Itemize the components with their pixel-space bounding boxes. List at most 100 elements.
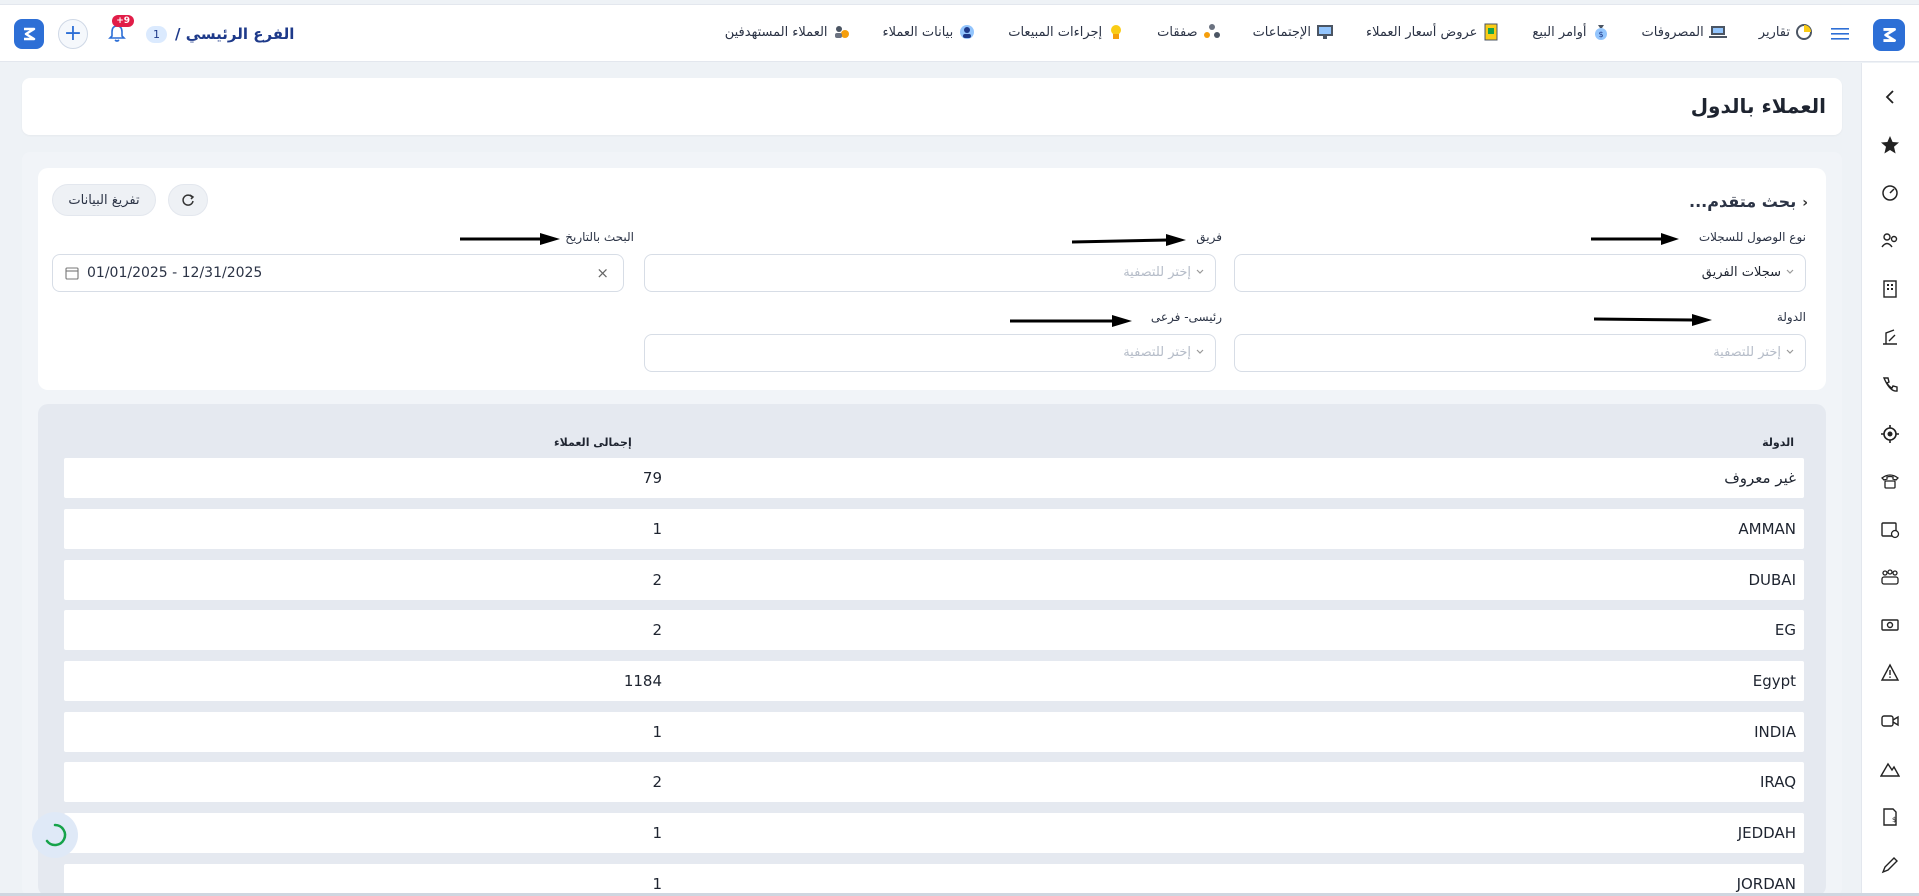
date-search-label: البحث بالتاريخ — [565, 230, 634, 244]
date-range-value: 01/01/2025 - 12/31/2025 — [87, 265, 263, 281]
team-select[interactable]: إختر للتصفية — [644, 254, 1216, 292]
page-title-card: العملاء بالدول — [22, 78, 1842, 135]
arrow-annotation-icon — [1072, 234, 1186, 246]
cell-country: IRAQ — [1759, 773, 1796, 791]
nav-item-sales-orders[interactable]: $ أوامر البيع — [1532, 23, 1609, 41]
arrow-annotation-icon — [460, 233, 560, 245]
table-row[interactable]: INDIA 1 — [64, 712, 1804, 752]
users-target-icon — [834, 26, 849, 38]
mountain-icon[interactable] — [1878, 757, 1902, 781]
hamburger-menu-icon[interactable] — [1831, 27, 1849, 41]
date-range-input[interactable]: 01/01/2025 - 12/31/2025 × — [52, 254, 624, 292]
clear-data-button[interactable]: تفريغ البيانات — [52, 184, 156, 216]
nav-item-client-data[interactable]: بيانات العملاء — [883, 23, 977, 41]
access-type-value: سجلات الفريق — [1701, 265, 1781, 280]
branch-selector[interactable]: الفرع الرئيسي / 1 — [146, 25, 294, 43]
table-row[interactable]: Egypt 1184 — [64, 661, 1804, 701]
nav-item-sales-actions[interactable]: إجراءات المبيعات — [1008, 23, 1125, 41]
svg-text:$: $ — [1892, 816, 1896, 824]
cell-country: JORDAN — [1736, 875, 1796, 893]
nav-label: عروض أسعار العملاء — [1365, 24, 1478, 40]
tools-icon[interactable] — [1878, 325, 1902, 349]
page-title: العملاء بالدول — [1690, 94, 1826, 118]
bell-icon — [108, 25, 126, 42]
add-button[interactable]: + — [58, 19, 88, 49]
spinner-icon — [45, 823, 67, 847]
column-header-total: إجمالى العملاء — [554, 436, 632, 449]
sales-actions-icon — [1111, 25, 1122, 39]
money-icon[interactable] — [1878, 613, 1902, 637]
expenses-icon — [1708, 26, 1727, 38]
nav-label: المصروفات — [1641, 24, 1704, 40]
cell-total: 1 — [652, 875, 662, 893]
cell-total: 2 — [652, 621, 662, 639]
table-row[interactable]: DUBAI 2 — [64, 560, 1804, 600]
table-row[interactable]: AMMAN 1 — [64, 509, 1804, 549]
deals-icon — [1203, 24, 1220, 38]
table-row[interactable]: JEDDAH 1 — [64, 813, 1804, 853]
table-row[interactable]: غير معروف 79 — [64, 458, 1804, 498]
nav-item-meetings[interactable]: الإجتماعات — [1253, 23, 1334, 41]
country-placeholder: إختر للتصفية — [1713, 345, 1781, 360]
notifications-button[interactable]: +9 — [102, 15, 134, 49]
nav-label: أوامر البيع — [1532, 24, 1587, 40]
nav-label: بيانات العملاء — [882, 24, 954, 40]
phone-icon[interactable] — [1878, 373, 1902, 397]
refresh-button[interactable] — [168, 184, 208, 216]
advanced-search-label: بحث متقدم... — [1689, 192, 1797, 211]
advanced-search-panel: ‹ بحث متقدم... تفريغ البيانات نوع الوصول … — [38, 168, 1826, 390]
nav-label: صفقات — [1157, 24, 1198, 40]
sidebar-collapse-icon[interactable] — [1878, 85, 1902, 109]
warning-icon[interactable] — [1878, 661, 1902, 685]
country-select[interactable]: إختر للتصفية — [1234, 334, 1806, 372]
chevron-down-icon — [1786, 349, 1794, 354]
team-icon[interactable] — [1878, 565, 1902, 589]
table-row[interactable]: EG 2 — [64, 610, 1804, 650]
cell-country: JEDDAH — [1737, 824, 1796, 842]
nav-item-deals[interactable]: صفقات — [1157, 23, 1220, 41]
video-icon[interactable] — [1878, 709, 1902, 733]
advanced-search-toggle[interactable]: ‹ بحث متقدم... — [1689, 192, 1808, 211]
nav-item-expenses[interactable]: المصروفات — [1642, 23, 1727, 41]
refresh-icon — [182, 194, 195, 206]
logo-icon — [1883, 28, 1896, 42]
top-bar-left: + +9 الفرع الرئيسي / 1 — [14, 15, 294, 49]
logo-icon — [24, 27, 36, 41]
meetings-icon — [1316, 25, 1333, 39]
notification-badge: +9 — [112, 15, 134, 27]
nav-label: العملاء المستهدفين — [724, 24, 828, 40]
cell-country: DUBAI — [1748, 571, 1796, 589]
chevron-left-icon: ‹ — [1802, 195, 1808, 211]
building-icon[interactable] — [1878, 277, 1902, 301]
nav-item-quotes[interactable]: عروض أسعار العملاء — [1366, 23, 1500, 41]
nav-item-reports[interactable]: تقارير — [1759, 23, 1813, 41]
plus-icon: + — [63, 21, 83, 46]
sales-orders-icon: $ — [1594, 25, 1607, 40]
dashboard-icon[interactable] — [1878, 180, 1902, 204]
calendar-icon — [65, 267, 79, 280]
cell-total: 1184 — [623, 672, 662, 690]
access-type-select[interactable]: سجلات الفريق — [1234, 254, 1806, 292]
users-icon[interactable] — [1878, 229, 1902, 253]
table-row[interactable]: IRAQ 2 — [64, 762, 1804, 802]
main-sub-placeholder: إختر للتصفية — [1123, 345, 1191, 360]
pen-icon[interactable] — [1878, 853, 1902, 877]
target-icon[interactable] — [1878, 422, 1902, 446]
cell-total: 1 — [652, 520, 662, 538]
cell-country: غير معروف — [1724, 469, 1796, 487]
invoice-icon[interactable]: $ — [1878, 805, 1902, 829]
right-sidebar: $ — [1861, 63, 1919, 896]
nav-item-target-clients[interactable]: العملاء المستهدفين — [725, 23, 851, 41]
main-sub-select[interactable]: إختر للتصفية — [644, 334, 1216, 372]
app-logo[interactable] — [1873, 19, 1905, 51]
table-row[interactable]: JORDAN 1 — [64, 864, 1804, 896]
cell-total: 1 — [652, 824, 662, 842]
calendar-icon[interactable] — [1878, 517, 1902, 541]
client-data-icon — [960, 25, 975, 39]
app-logo-small[interactable] — [14, 19, 44, 49]
clear-date-icon[interactable]: × — [596, 264, 609, 282]
telephone-icon[interactable] — [1878, 469, 1902, 493]
star-icon[interactable] — [1878, 133, 1902, 157]
svg-text:$: $ — [1598, 30, 1603, 39]
country-label: الدولة — [1776, 310, 1806, 324]
